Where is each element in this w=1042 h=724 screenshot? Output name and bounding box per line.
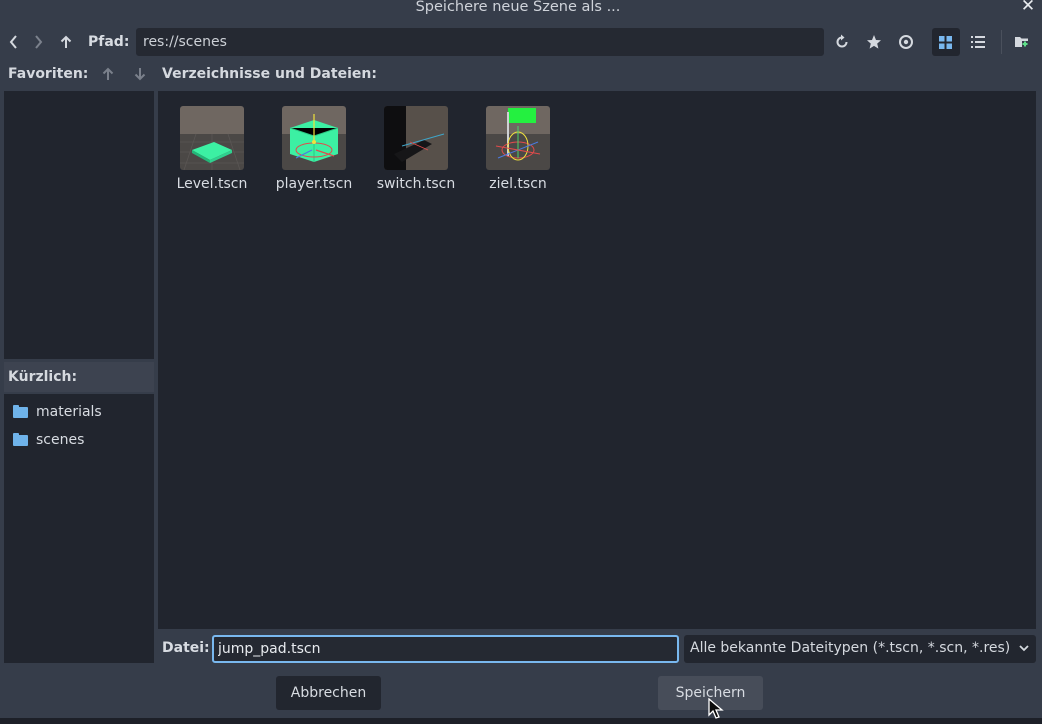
forward-icon[interactable] bbox=[26, 30, 50, 54]
file-item-player[interactable]: player.tscn bbox=[269, 106, 359, 202]
scene-thumbnail bbox=[384, 106, 448, 170]
recent-item-label: scenes bbox=[36, 432, 85, 448]
file-item-level[interactable]: Level.tscn bbox=[167, 106, 257, 202]
chevron-down-icon bbox=[1018, 642, 1030, 658]
folder-icon bbox=[13, 432, 28, 446]
file-name: Level.tscn bbox=[176, 176, 248, 192]
toolbar-separator bbox=[1001, 30, 1002, 54]
grid-view-button[interactable] bbox=[932, 28, 960, 56]
file-grid[interactable]: Level.tscn player.tscn switch.tscn ziel.… bbox=[158, 91, 1036, 629]
grid-view-icon bbox=[939, 36, 952, 53]
cancel-button[interactable]: Abbrechen bbox=[276, 676, 381, 710]
up-icon[interactable] bbox=[54, 30, 78, 54]
file-type-select-value: Alle bekannte Dateitypen (*.tscn, *.scn,… bbox=[690, 640, 1011, 656]
file-type-select[interactable]: Alle bekannte Dateitypen (*.tscn, *.scn,… bbox=[684, 635, 1036, 663]
favorite-star-icon[interactable] bbox=[862, 30, 886, 54]
close-icon[interactable]: ✕ bbox=[1020, 0, 1036, 15]
recent-item-scenes[interactable]: scenes bbox=[13, 429, 84, 451]
scene-thumbnail bbox=[180, 106, 244, 170]
favorites-label: Favoriten: bbox=[8, 66, 89, 82]
file-name: player.tscn bbox=[275, 176, 353, 192]
recent-label: Kürzlich: bbox=[8, 369, 78, 385]
show-hidden-eye-icon[interactable] bbox=[894, 30, 918, 54]
scene-thumbnail bbox=[282, 106, 346, 170]
list-view-icon[interactable] bbox=[966, 30, 990, 54]
folder-icon bbox=[13, 404, 28, 418]
dialog-title: Speichere neue Szene als ... bbox=[415, 0, 621, 15]
file-item-ziel[interactable]: ziel.tscn bbox=[473, 106, 563, 202]
refresh-icon[interactable] bbox=[830, 30, 854, 54]
file-name-label: Datei: bbox=[162, 640, 210, 656]
status-strip bbox=[0, 718, 1042, 724]
move-favorite-up-icon[interactable] bbox=[96, 62, 120, 86]
recent-list[interactable]: materials scenes bbox=[4, 394, 154, 663]
new-folder-icon[interactable] bbox=[1010, 30, 1034, 54]
scene-thumbnail bbox=[486, 106, 550, 170]
file-name-input[interactable] bbox=[212, 635, 679, 663]
path-label: Pfad: bbox=[88, 34, 130, 50]
path-input[interactable] bbox=[136, 28, 824, 56]
file-item-switch[interactable]: switch.tscn bbox=[371, 106, 461, 202]
title-bar: Speichere neue Szene als ... ✕ bbox=[0, 0, 1042, 16]
recent-item-materials[interactable]: materials bbox=[13, 401, 102, 423]
recent-item-label: materials bbox=[36, 404, 102, 420]
move-favorite-down-icon[interactable] bbox=[128, 62, 152, 86]
file-name: ziel.tscn bbox=[489, 176, 547, 192]
file-name: switch.tscn bbox=[376, 176, 456, 192]
files-label: Verzeichnisse und Dateien: bbox=[162, 66, 377, 82]
mouse-cursor-icon bbox=[708, 697, 724, 724]
back-icon[interactable] bbox=[2, 30, 26, 54]
favorites-list[interactable] bbox=[4, 91, 154, 359]
